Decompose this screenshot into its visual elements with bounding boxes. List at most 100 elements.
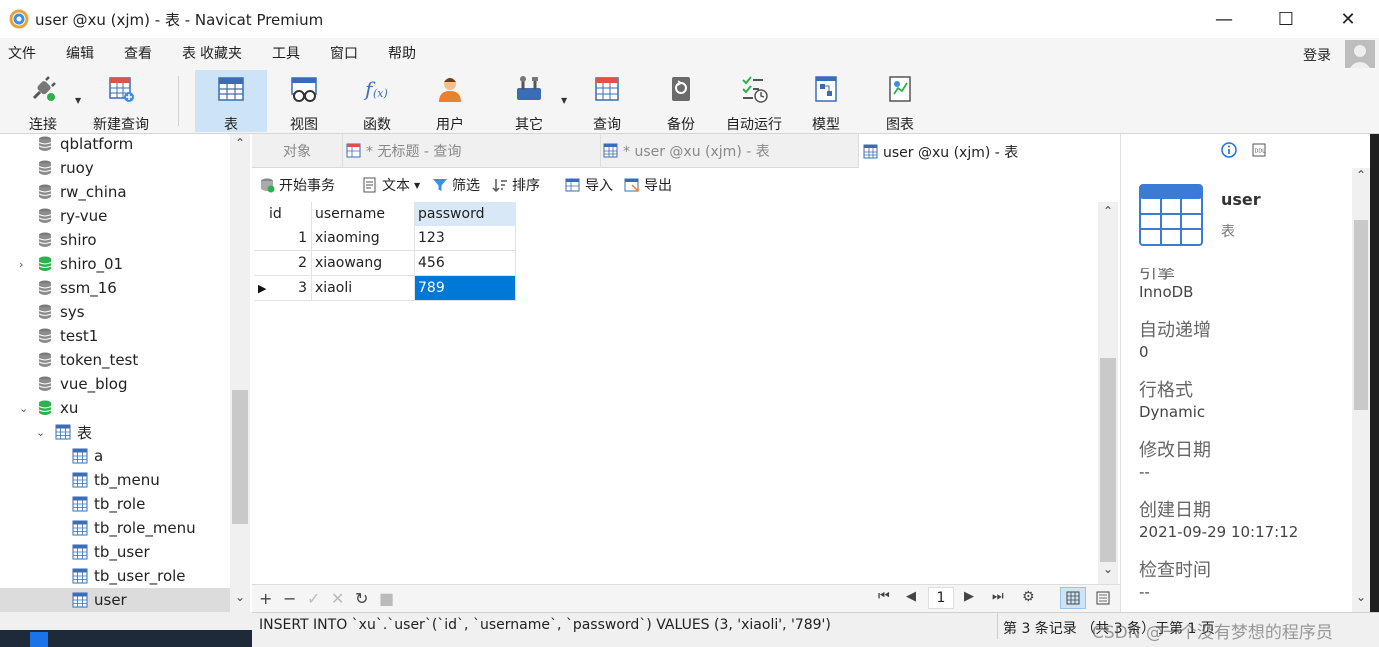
tree-item[interactable]: tb_role [0,492,230,516]
tree-item[interactable]: ry-vue [0,204,230,228]
toolbar-auto-run-button[interactable]: 自动运行 [718,70,790,133]
toolbar-user-button[interactable]: 用户 [416,70,484,133]
text-dropdown-icon[interactable]: ▼ [414,181,420,190]
grid-view-button[interactable] [1060,587,1086,609]
menu-view[interactable]: 查看 [116,43,160,63]
add-row-icon[interactable]: + [259,589,272,608]
minimize-button[interactable]: — [1193,0,1255,38]
chevron-up-icon[interactable]: ⌃ [230,136,250,150]
chevron-down-icon[interactable]: ⌄ [1098,562,1118,576]
table-row-2-password[interactable]: 456 [415,251,516,276]
first-page-icon[interactable]: ⏮ [878,589,890,604]
tree-item[interactable]: tb_menu [0,468,230,492]
menu-favorites[interactable]: 收藏夹 [192,43,250,63]
menu-help[interactable]: 帮助 [380,43,424,63]
tree-item[interactable]: ⌄ xu [0,396,230,420]
column-header-id[interactable]: id [266,202,312,226]
login-link[interactable]: 登录 [1303,45,1331,65]
tab-objects[interactable]: 对象 [252,134,342,168]
info-scroll-thumb[interactable] [1354,220,1368,410]
tree-item[interactable]: shiro [0,228,230,252]
chevron-down-icon[interactable]: ⌄ [36,426,45,439]
row-selector[interactable] [254,226,266,251]
chevron-down-icon[interactable]: ⌄ [1352,590,1370,604]
info-icon[interactable] [1221,142,1237,158]
tree-item[interactable]: ⌄ 表 [0,420,230,444]
prev-page-icon[interactable]: ◀ [906,589,916,604]
maximize-button[interactable]: ☐ [1255,0,1317,38]
export-button[interactable]: 导出 [624,175,672,195]
tree-item[interactable]: vue_blog [0,372,230,396]
info-scrollbar[interactable]: ⌃ ⌄ [1352,168,1370,612]
menu-window[interactable]: 窗口 [322,43,366,63]
close-button[interactable]: ✕ [1317,0,1379,38]
tree-item[interactable]: qblatform [0,134,230,156]
begin-transaction-button[interactable]: 开始事务 [259,175,335,195]
toolbar-new-query-button[interactable]: 新建查询 [88,70,154,133]
chevron-up-icon[interactable]: ⌃ [1098,204,1118,218]
tab-user-table-edit[interactable]: * user @xu (xjm) - 表 [600,134,858,168]
table-row-1-username[interactable]: xiaoming [312,226,415,251]
tree-item[interactable]: tb_user [0,540,230,564]
apply-changes-icon[interactable]: ✓ [307,589,320,608]
stop-icon[interactable]: ■ [379,589,394,608]
grid-scroll-thumb[interactable] [1100,358,1116,562]
text-view-button[interactable]: 文本 ▼ [362,175,420,195]
tree-item[interactable]: sys [0,300,230,324]
avatar[interactable] [1345,40,1375,70]
tree-item[interactable]: rw_china [0,180,230,204]
import-button[interactable]: 导入 [565,175,613,195]
discard-changes-icon[interactable]: ✕ [331,589,344,608]
chevron-up-icon[interactable]: ⌃ [1352,168,1370,182]
row-selector[interactable] [254,251,266,276]
tree-scroll-thumb[interactable] [232,390,248,524]
tree-item[interactable]: token_test [0,348,230,372]
ddl-icon[interactable]: DDL [1251,142,1267,158]
toolbar-connect-button[interactable]: 连接 [18,70,68,133]
connect-dropdown-icon[interactable]: ▼ [75,96,81,105]
table-row-2-id[interactable]: 2 [266,251,312,276]
menu-edit[interactable]: 编辑 [58,43,102,63]
tree-item[interactable]: a [0,444,230,468]
table-row-2-username[interactable]: xiaowang [312,251,415,276]
column-header-password[interactable]: password [415,202,516,226]
grid-scrollbar[interactable]: ⌃ ⌄ [1098,202,1118,584]
toolbar-table-button[interactable]: 表 [195,70,267,133]
tab-untitled-query[interactable]: * 无标题 - 查询 [342,134,600,168]
tree-item[interactable]: test1 [0,324,230,348]
table-row-3-id[interactable]: 3 [266,276,312,301]
refresh-icon[interactable]: ↻ [355,589,368,608]
menu-file[interactable]: 文件 [0,43,44,63]
table-row-1-id[interactable]: 1 [266,226,312,251]
toolbar-view-button[interactable]: 视图 [270,70,338,133]
next-page-icon[interactable]: ▶ [964,589,974,604]
toolbar-backup-button[interactable]: 备份 [650,70,712,133]
tree-item[interactable]: tb_role_menu [0,516,230,540]
filter-button[interactable]: 筛选 [432,175,480,195]
tree-scrollbar[interactable]: ⌃ ⌄ [230,134,250,612]
chevron-down-icon[interactable]: ⌄ [19,402,28,415]
toolbar-function-button[interactable]: f (x) 函数 [343,70,411,133]
table-row-3-username[interactable]: xiaoli [312,276,415,301]
sort-button[interactable]: 排序 [492,175,540,195]
other-dropdown-icon[interactable]: ▼ [561,96,567,105]
tree-item[interactable]: ruoy [0,156,230,180]
toolbar-other-button[interactable]: 其它 [496,70,562,133]
toolbar-model-button[interactable]: 模型 [796,70,856,133]
tree-item[interactable]: ssm_16 [0,276,230,300]
tab-user-table[interactable]: user @xu (xjm) - 表 [858,134,1120,169]
tree-item[interactable]: user [0,588,230,612]
toolbar-chart-button[interactable]: 图表 [870,70,930,133]
form-view-button[interactable] [1090,587,1116,609]
chevron-right-icon[interactable]: › [19,258,23,271]
toolbar-query-button[interactable]: 查询 [576,70,638,133]
chevron-down-icon[interactable]: ⌄ [230,590,250,604]
tree-item[interactable]: tb_user_role [0,564,230,588]
tree-item[interactable]: › shiro_01 [0,252,230,276]
menu-tools[interactable]: 工具 [264,43,308,63]
last-page-icon[interactable]: ⏭ [992,589,1004,604]
table-row-1-password[interactable]: 123 [415,226,516,251]
table-row-3-password[interactable]: 789 [415,276,516,301]
gear-icon[interactable]: ⚙ [1022,589,1035,605]
page-number-field[interactable]: 1 [928,587,954,609]
